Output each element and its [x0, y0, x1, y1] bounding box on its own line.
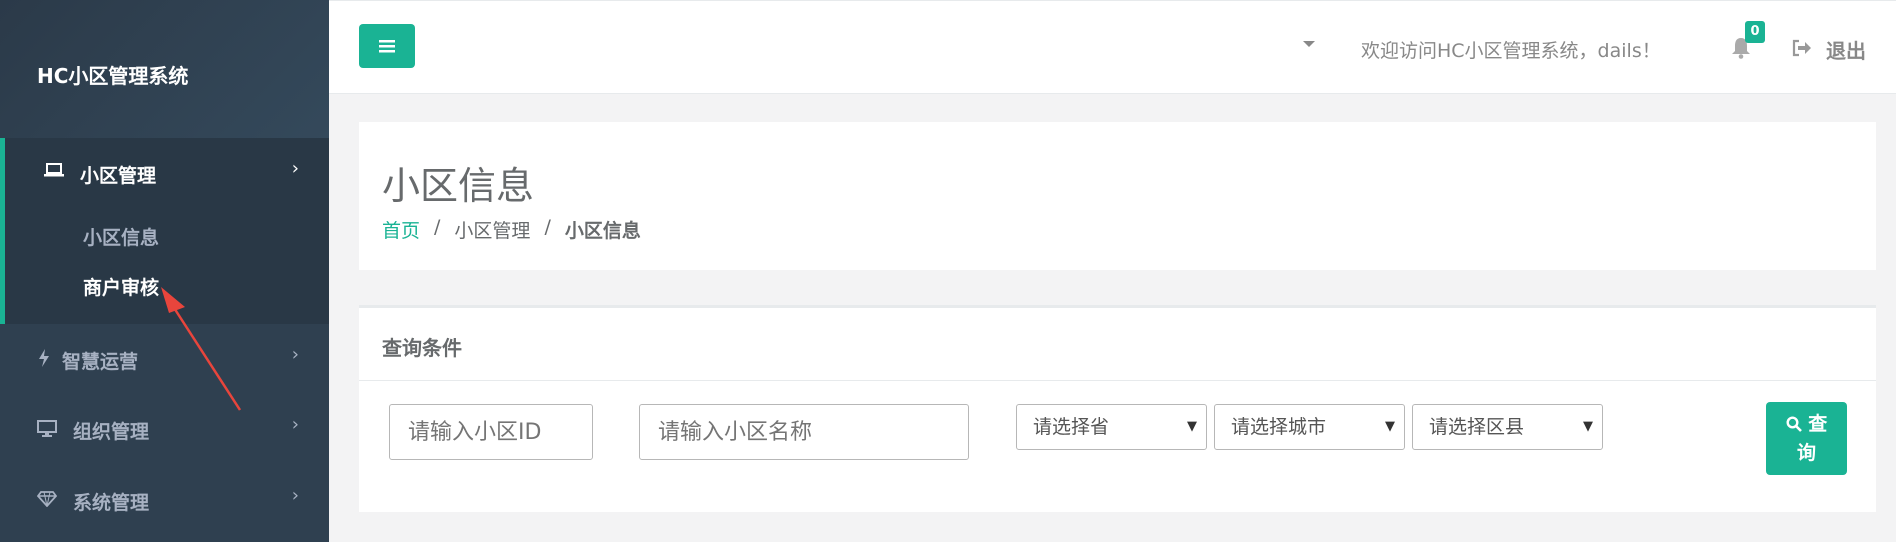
- hamburger-icon: [379, 40, 395, 53]
- top-navbar: 欢迎访问HC小区管理系统，dails！ 0 退出: [329, 0, 1896, 94]
- brand-title: HC小区管理系统: [37, 64, 189, 88]
- sign-out-icon[interactable]: [1792, 39, 1812, 61]
- sidebar-item-system-management[interactable]: 系统管理 ›: [0, 476, 329, 526]
- query-panel: 查询条件 请选择省 ▼ 请选择城市 ▼ 请选择区县 ▼ 查 询: [359, 305, 1876, 512]
- sidebar-item-label: 小区管理: [80, 165, 157, 187]
- page-title: 小区信息: [382, 164, 535, 208]
- search-icon: [1786, 416, 1802, 432]
- breadcrumb-home-link[interactable]: 首页: [382, 216, 420, 243]
- district-select[interactable]: 请选择区县 ▼: [1412, 404, 1603, 450]
- community-id-input[interactable]: [389, 404, 593, 460]
- caret-down-icon[interactable]: [1303, 41, 1315, 47]
- sidebar: HC小区管理系统 小区管理 › 小区信息 商户审核 智慧运营 › 组织管理 ›: [0, 0, 329, 542]
- bolt-icon: [38, 349, 50, 371]
- sidebar-item-org-management[interactable]: 组织管理 ›: [0, 405, 329, 455]
- city-select-value: 请选择城市: [1231, 416, 1327, 438]
- sidebar-item-community-management[interactable]: 小区管理 ›: [0, 148, 329, 198]
- welcome-message: 欢迎访问HC小区管理系统，dails！: [1361, 40, 1661, 62]
- breadcrumb: 首页 / 小区管理 / 小区信息: [382, 216, 641, 243]
- chevron-right-icon: ›: [291, 485, 299, 506]
- notification-badge: 0: [1745, 21, 1765, 43]
- query-panel-header: 查询条件: [359, 308, 1876, 381]
- search-button[interactable]: 查 询: [1766, 402, 1847, 475]
- community-name-input[interactable]: [639, 404, 969, 460]
- breadcrumb-separator: /: [544, 216, 551, 238]
- breadcrumb-separator: /: [434, 216, 441, 238]
- district-select-value: 请选择区县: [1429, 416, 1525, 438]
- query-panel-title: 查询条件: [382, 336, 462, 360]
- diamond-icon: [36, 491, 58, 511]
- sidebar-item-label: 系统管理: [73, 492, 150, 514]
- caret-down-icon: ▼: [1385, 419, 1395, 434]
- logout-link[interactable]: 退出: [1826, 35, 1866, 64]
- sidebar-item-smart-operations[interactable]: 智慧运营 ›: [0, 335, 329, 385]
- province-select[interactable]: 请选择省 ▼: [1016, 404, 1207, 450]
- sidebar-subitem-community-info[interactable]: 小区信息: [83, 223, 159, 250]
- caret-down-icon: ▼: [1583, 419, 1593, 434]
- chevron-right-icon: ›: [291, 344, 299, 365]
- sidebar-subitem-merchant-review[interactable]: 商户审核: [83, 273, 159, 300]
- desktop-icon: [37, 420, 57, 441]
- city-select[interactable]: 请选择城市 ▼: [1214, 404, 1405, 450]
- search-button-label: 查: [1808, 413, 1828, 435]
- sidebar-header: HC小区管理系统: [0, 0, 329, 138]
- search-button-label: 询: [1796, 442, 1816, 464]
- page-heading-panel: 小区信息 首页 / 小区管理 / 小区信息: [359, 122, 1876, 270]
- caret-down-icon: ▼: [1187, 419, 1197, 434]
- sidebar-item-label: 智慧运营: [62, 351, 139, 373]
- menu-toggle-button[interactable]: [359, 24, 415, 68]
- breadcrumb-item[interactable]: 小区管理: [454, 216, 530, 243]
- province-select-value: 请选择省: [1033, 416, 1110, 438]
- chevron-right-icon: ›: [291, 158, 299, 179]
- sidebar-item-label: 组织管理: [73, 421, 150, 443]
- breadcrumb-current: 小区信息: [564, 220, 641, 242]
- chevron-right-icon: ›: [291, 414, 299, 435]
- laptop-icon: [44, 162, 64, 182]
